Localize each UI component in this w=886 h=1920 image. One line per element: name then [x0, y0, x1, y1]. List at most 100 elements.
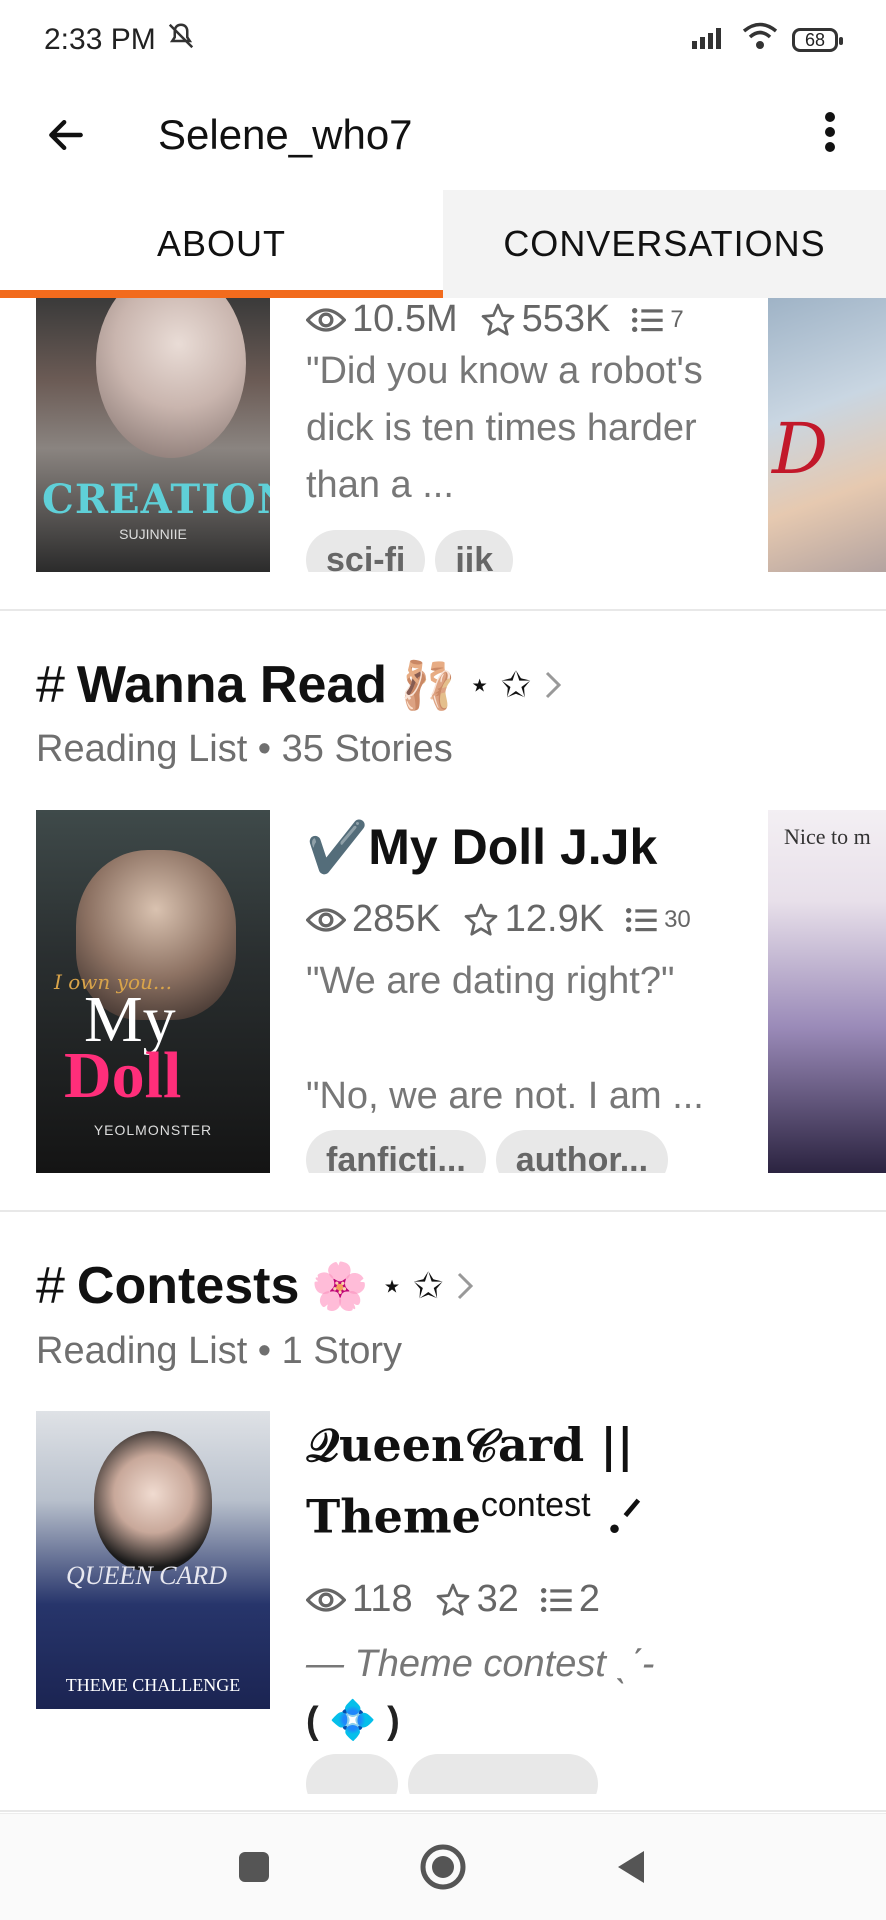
votes-count: 12.9K [504, 898, 605, 940]
views-count: 285K [352, 898, 441, 940]
story-description-line2: "No, we are not. I am ... [306, 1075, 704, 1117]
chevron-right-icon [545, 671, 562, 699]
system-nav-bar [0, 1813, 886, 1920]
recents-button[interactable] [214, 1827, 294, 1907]
parts-count: 2 [578, 1578, 601, 1620]
star-icon [436, 1583, 469, 1616]
back-nav-button[interactable] [592, 1827, 672, 1907]
section-divider [0, 1210, 886, 1212]
tag-chip[interactable]: fanficti... [306, 1130, 486, 1173]
star-icon [481, 303, 514, 336]
views-count: 10.5M [352, 298, 458, 340]
story-cover-queen-card[interactable]: QUEEN CARD THEME CHALLENGE [36, 1411, 270, 1709]
more-options-button[interactable] [800, 102, 860, 162]
story-title-text: My Doll J.Jk [368, 819, 658, 875]
tab-conversations[interactable]: CONVERSATIONS [443, 190, 886, 298]
story-title[interactable]: ✔️My Doll J.Jk [306, 818, 657, 877]
parts-stat: 2 [540, 1578, 601, 1621]
eye-icon [306, 307, 346, 332]
story-title-word: Theme [306, 1489, 481, 1544]
cover-title: QUEEN CARD [66, 1561, 228, 1590]
cover-face [96, 298, 246, 458]
list-icon [540, 1587, 572, 1612]
cover-subtitle: THEME CHALLENGE [65, 1675, 241, 1695]
back-button[interactable] [36, 105, 96, 165]
check-emoji: ✔️ [306, 819, 369, 875]
votes-stat: 553K [480, 298, 611, 341]
signal-icon [692, 23, 728, 57]
votes-stat: 32 [435, 1578, 519, 1621]
story-cover-my-doll[interactable]: I own you... My Doll YEOLMONSTER [36, 810, 270, 1173]
eye-icon [306, 1587, 346, 1612]
status-time: 2:33 PM [44, 23, 156, 56]
cover-title: CREATION [42, 476, 270, 523]
status-bar: 2:33 PM 68 [0, 0, 886, 80]
profile-content: CREATION SUJINNIIE 10.5M 553K 7 "Did you… [0, 298, 886, 1813]
star-icon [464, 903, 498, 936]
views-stat: 10.5M [306, 298, 458, 341]
story-description-line1: "We are dating right?" [306, 960, 675, 1002]
reading-list-subtitle: Reading List • 35 Stories [36, 728, 453, 770]
reading-list-subtitle: Reading List • 1 Story [36, 1330, 403, 1372]
sparkle-decor: ⋆ ✩ [380, 1265, 444, 1306]
tag-chip[interactable]: sci-fi [306, 530, 426, 572]
story-tags [306, 1754, 726, 1794]
wifi-icon [742, 22, 778, 58]
next-story-cover-peek[interactable]: Nice to m [768, 810, 886, 1173]
story-title-tail: .ᐟ [590, 1489, 643, 1544]
story-tags: fanficti... author... [306, 1130, 726, 1173]
mute-icon [166, 21, 196, 59]
sparkle-decor: ⋆ ✩ [468, 664, 532, 705]
tag-chip[interactable]: author... [495, 1130, 669, 1173]
more-vertical-icon [825, 112, 835, 152]
parts-stat: 7 [632, 305, 684, 334]
reading-list-title[interactable]: # Contests 🌸 ⋆ ✩ [36, 1256, 475, 1316]
views-count: 118 [352, 1578, 413, 1620]
tab-about[interactable]: ABOUT [0, 190, 443, 298]
square-icon [239, 1852, 270, 1882]
tag-chip[interactable]: jjk [435, 530, 514, 572]
hash-icon: # [36, 1257, 65, 1315]
profile-tabs: ABOUT CONVERSATIONS [0, 190, 886, 298]
views-stat: 118 [306, 1578, 413, 1621]
app-bar: Selene_who7 [0, 80, 886, 190]
story-cover-creation[interactable]: CREATION SUJINNIIE [36, 298, 270, 572]
cover-figure [94, 1431, 212, 1571]
story-title-line2[interactable]: Themecontest .ᐟ [306, 1486, 642, 1543]
parts-count: 7 [670, 305, 684, 333]
list-name: Contests [76, 1257, 300, 1315]
votes-count: 553K [521, 298, 611, 340]
tag-chip[interactable] [408, 1754, 598, 1794]
cover-author: SUJINNIIE [119, 526, 187, 542]
section-divider [0, 609, 886, 611]
story-stats: 10.5M 553K 7 [306, 298, 684, 341]
story-title-sup: contest [480, 1486, 591, 1524]
list-icon [632, 307, 664, 332]
tag-chip[interactable] [306, 1754, 398, 1794]
parts-count: 30 [664, 905, 691, 933]
ballet-emoji: 🩰 [399, 658, 457, 711]
reading-list-title[interactable]: # Wanna Read 🩰 ⋆ ✩ [36, 655, 563, 715]
home-button[interactable] [403, 1827, 483, 1907]
list-icon [626, 907, 657, 932]
triangle-back-icon [617, 1851, 644, 1883]
story-stats: 118 32 2 [306, 1578, 600, 1621]
list-name: Wanna Read [76, 656, 388, 714]
eye-icon [306, 907, 346, 932]
views-stat: 285K [306, 898, 441, 941]
next-story-cover-peek[interactable]: D [768, 298, 886, 572]
story-title-line1[interactable]: 𝒬ueen𝒞ard || [306, 1418, 634, 1474]
story-description-line2: ( 💠 ) [306, 1700, 400, 1742]
story-tags: sci-fi jjk [306, 530, 746, 572]
peek-title: Nice to m [784, 824, 871, 849]
circle-icon [420, 1844, 466, 1890]
page-title: Selene_who7 [158, 111, 413, 158]
arrow-left-icon [49, 119, 83, 151]
hash-icon: # [36, 656, 65, 714]
parts-stat: 30 [626, 906, 691, 934]
chevron-right-icon [458, 1272, 474, 1300]
section-divider [0, 1810, 886, 1812]
status-right: 68 [692, 22, 843, 58]
votes-stat: 12.9K [463, 898, 604, 941]
cover-doll: Doll [64, 1039, 182, 1112]
